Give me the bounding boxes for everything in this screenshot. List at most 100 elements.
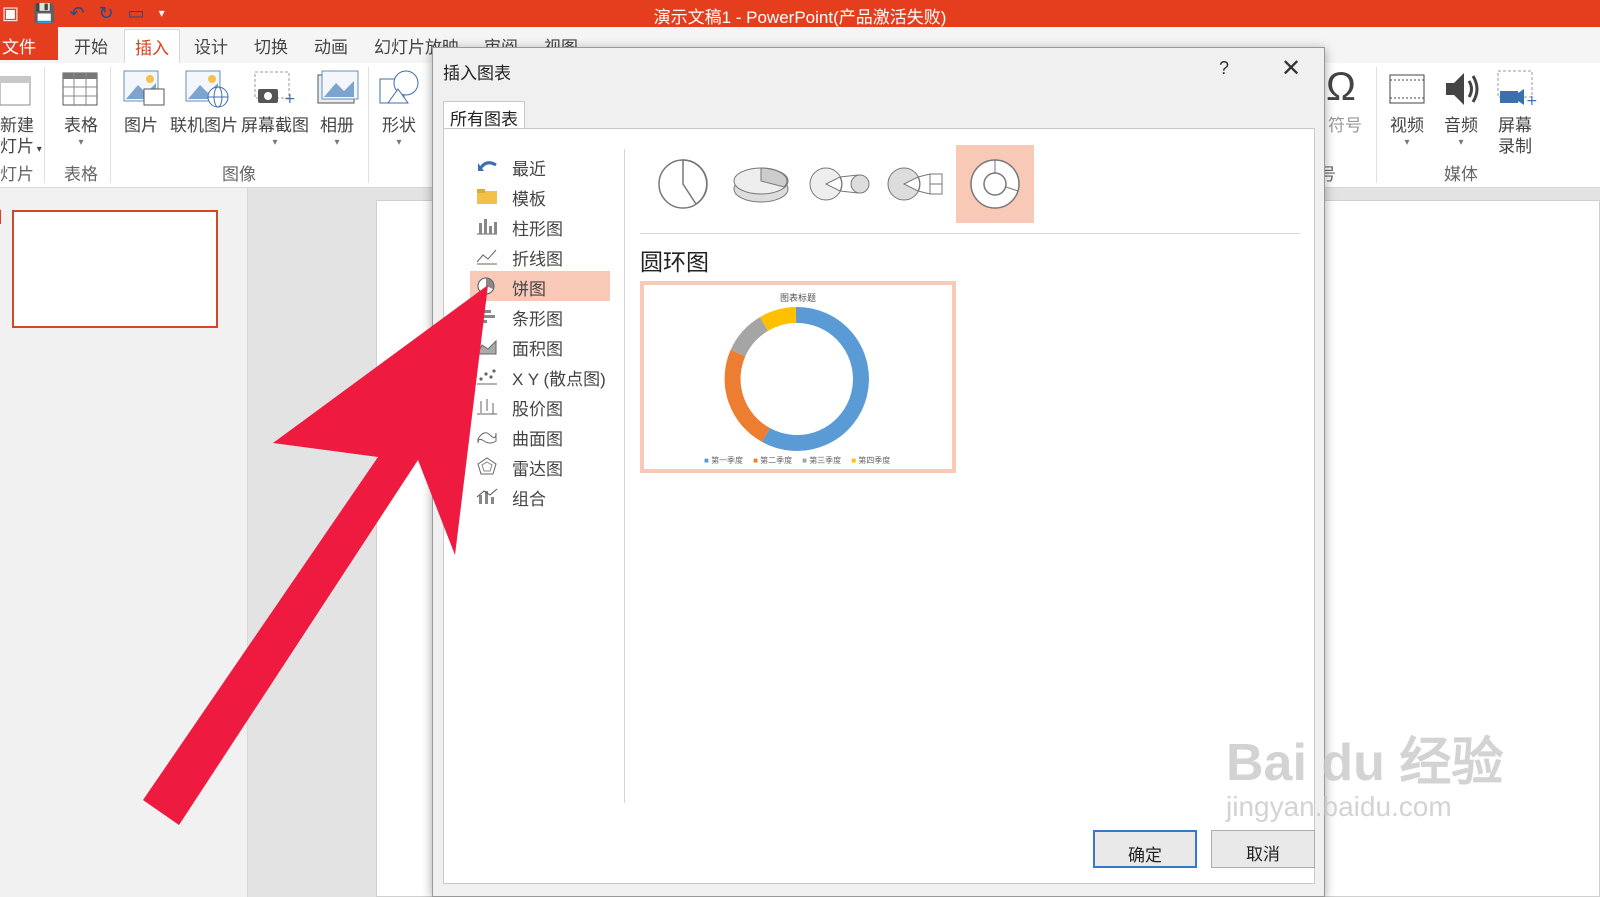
- area-chart-icon: [476, 339, 497, 355]
- legend-item: 第二季度: [753, 455, 792, 466]
- chart-category-list: 最近 模板 柱形图 折线图 饼图 条形图 面积图 X Y (散点图) 股价图 曲…: [470, 151, 610, 511]
- tab-insert[interactable]: 插入: [124, 29, 180, 63]
- category-area[interactable]: 面积图: [470, 331, 610, 361]
- slide-thumbnail[interactable]: [12, 210, 218, 328]
- title-bar: ▣ 💾 ↶ ↻ ▭ ▾ 演示文稿1 - PowerPoint(产品激活失败): [0, 0, 1600, 27]
- pie-chart-icon: [477, 277, 495, 295]
- symbol-button[interactable]: 符号: [1328, 115, 1362, 136]
- preview-doughnut-chart: [724, 306, 869, 451]
- tab-design[interactable]: 设计: [194, 33, 228, 58]
- photo-album-button[interactable]: 相册 ▾: [320, 115, 354, 150]
- category-line[interactable]: 折线图: [470, 241, 610, 271]
- category-templates[interactable]: 模板: [470, 181, 610, 211]
- pie-subtype-icon: [658, 159, 708, 209]
- legend-item: 第四季度: [851, 455, 890, 466]
- tab-all-charts[interactable]: 所有图表: [443, 101, 525, 129]
- category-recent[interactable]: 最近: [470, 151, 610, 181]
- category-scatter[interactable]: X Y (散点图): [470, 361, 610, 391]
- category-bar[interactable]: 条形图: [470, 301, 610, 331]
- help-button[interactable]: ?: [1219, 58, 1229, 79]
- slide-number-marker: ▏: [0, 210, 10, 224]
- svg-text:+: +: [284, 91, 296, 107]
- dropdown-caret-icon: ▾: [334, 137, 340, 148]
- legend-item: 第一季度: [704, 455, 743, 466]
- preview-legend: 第一季度 第二季度 第三季度 第四季度: [704, 455, 890, 466]
- category-radar[interactable]: 雷达图: [470, 451, 610, 481]
- group-separator: [110, 67, 111, 183]
- dialog-body: 最近 模板 柱形图 折线图 饼图 条形图 面积图 X Y (散点图) 股价图 曲…: [443, 128, 1315, 884]
- tab-file[interactable]: 文件: [0, 27, 58, 60]
- group-tables-label: 表格: [64, 165, 98, 184]
- bar-of-pie-subtype-icon: [887, 167, 943, 201]
- insert-chart-dialog: 插入图表 ? ✕ 所有图表 最近 模板 柱形图 折线图 饼图 条形图 面积图 X…: [432, 47, 1325, 897]
- group-separator: [1376, 67, 1377, 183]
- svg-text:+: +: [1526, 93, 1538, 109]
- tab-animations[interactable]: 动画: [314, 33, 348, 58]
- screenshot-button[interactable]: 屏幕截图 ▾: [241, 115, 309, 150]
- scatter-chart-icon: [477, 369, 497, 385]
- subtype-3d-pie[interactable]: [722, 145, 800, 223]
- 3d-pie-subtype-icon: [733, 167, 789, 203]
- legend-item: 第三季度: [802, 455, 841, 466]
- picture-button[interactable]: 图片: [124, 115, 158, 136]
- category-column[interactable]: 柱形图: [470, 211, 610, 241]
- close-icon[interactable]: ✕: [1281, 54, 1301, 83]
- screen-recording-icon: +: [1497, 70, 1538, 109]
- subtype-bar-of-pie[interactable]: [878, 145, 956, 223]
- subtype-doughnut[interactable]: [956, 145, 1034, 223]
- screen-recording-button[interactable]: 屏幕 录制: [1498, 115, 1532, 157]
- omega-symbol-icon: Ω: [1326, 65, 1356, 109]
- dropdown-caret-icon: ▾: [1404, 137, 1410, 148]
- tab-home[interactable]: 开始: [74, 33, 108, 58]
- dialog-title: 插入图表: [443, 64, 511, 83]
- subtype-pie[interactable]: [644, 145, 722, 223]
- chart-preview: 图表标题 第一季度 第二季度 第三季度 第四季度: [640, 281, 956, 473]
- online-picture-icon: [185, 70, 229, 108]
- online-picture-button[interactable]: 联机图片: [170, 115, 238, 136]
- slide-thumbnail-pane[interactable]: ▏: [0, 188, 248, 897]
- baidu-watermark: Bai du 经验 jingyan.baidu.com: [1226, 734, 1504, 822]
- dropdown-caret-icon: ▾: [78, 137, 84, 148]
- combo-chart-icon: [476, 488, 498, 504]
- screenshot-icon: +: [254, 71, 296, 107]
- subtype-pie-of-pie[interactable]: [800, 145, 878, 223]
- selected-chart-type-name: 圆环图: [640, 249, 709, 275]
- ok-button[interactable]: 确定: [1093, 830, 1197, 868]
- category-combo[interactable]: 组合: [470, 481, 610, 511]
- dropdown-caret-icon: ▾: [396, 137, 402, 148]
- window-title: 演示文稿1 - PowerPoint(产品激活失败): [653, 8, 947, 27]
- cancel-button[interactable]: 取消: [1211, 830, 1315, 868]
- new-slide-icon: [0, 76, 31, 106]
- table-icon: [62, 72, 98, 106]
- dropdown-caret-icon: ▾: [1458, 137, 1464, 148]
- line-chart-icon: [476, 249, 497, 265]
- category-divider: [624, 149, 625, 803]
- shapes-icon: [379, 70, 419, 104]
- category-surface[interactable]: 曲面图: [470, 421, 610, 451]
- group-media-label: 媒体: [1444, 165, 1478, 184]
- video-icon: [1389, 74, 1425, 104]
- shapes-button[interactable]: 形状 ▾: [382, 115, 416, 150]
- folder-icon: [477, 189, 497, 204]
- surface-chart-icon: [477, 432, 497, 444]
- category-pie[interactable]: 饼图: [470, 271, 610, 301]
- doughnut-subtype-icon: [970, 159, 1020, 209]
- group-separator: [368, 67, 369, 183]
- subtype-divider: [640, 233, 1300, 234]
- new-slide-button[interactable]: 新建 灯片 ▾: [0, 115, 42, 160]
- audio-icon: [1446, 73, 1479, 105]
- video-button[interactable]: 视频 ▾: [1390, 115, 1424, 150]
- audio-button[interactable]: 音频 ▾: [1444, 115, 1478, 150]
- photo-album-icon: [317, 70, 359, 104]
- stock-chart-icon: [477, 399, 497, 415]
- group-separator: [44, 67, 45, 183]
- radar-chart-icon: [477, 457, 497, 475]
- tab-transitions[interactable]: 切换: [254, 33, 288, 58]
- picture-icon: [123, 70, 165, 106]
- group-images-label: 图像: [222, 165, 256, 184]
- category-stock[interactable]: 股价图: [470, 391, 610, 421]
- pie-of-pie-subtype-icon: [809, 167, 870, 201]
- bar-chart-icon: [476, 308, 495, 324]
- dropdown-caret-icon: ▾: [272, 137, 278, 148]
- table-button[interactable]: 表格 ▾: [64, 115, 98, 150]
